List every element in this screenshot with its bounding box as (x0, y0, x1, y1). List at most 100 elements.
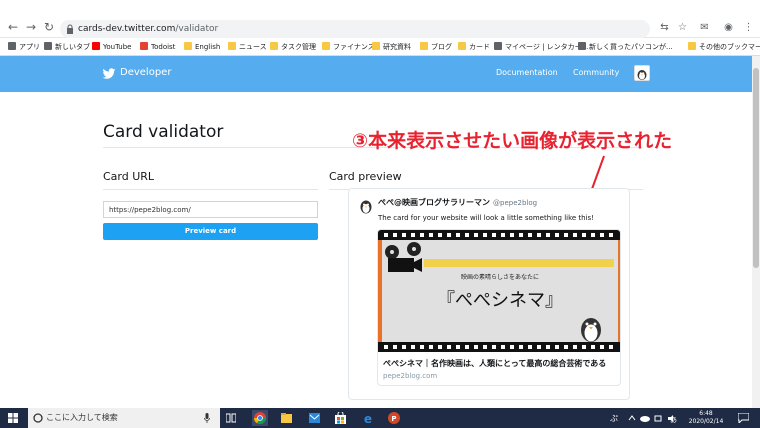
twitter-bird-icon[interactable] (102, 68, 116, 80)
notification-icon[interactable] (738, 413, 749, 423)
user-avatar[interactable] (634, 65, 650, 81)
card-url-heading: Card URL (103, 170, 155, 183)
bookmark-label: Todoist (151, 43, 176, 51)
bookmark-label: ブログ (431, 43, 452, 51)
store-icon[interactable] (335, 412, 346, 424)
bookmark-icon (688, 42, 696, 50)
card-title: ぺぺシネマ｜名作映画は、人類にとって最高の総合芸術である (383, 359, 607, 368)
microphone-icon[interactable] (204, 413, 210, 423)
svg-text:P: P (391, 415, 396, 423)
cortana-icon (33, 413, 43, 423)
bookmark-item[interactable]: Todoist (140, 42, 175, 52)
star-icon[interactable]: ☆ (676, 21, 689, 34)
page-scrollbar[interactable] (752, 56, 760, 408)
system-tray-icons[interactable]: あ (628, 414, 678, 423)
bookmark-item[interactable]: YouTube (92, 42, 131, 52)
bookmark-item[interactable]: アプリ (8, 42, 40, 52)
bookmark-icon (92, 42, 100, 50)
profile-icon[interactable]: ◉ (722, 21, 735, 34)
site-header: Developer Documentation Community (0, 56, 760, 92)
mail-extension-icon[interactable]: ✉ (698, 21, 711, 34)
bookmark-icon (420, 42, 428, 50)
nav-community[interactable]: Community (573, 68, 619, 77)
bookmark-item[interactable]: タスク管理 (270, 42, 316, 52)
bookmark-item[interactable]: ニュース (228, 42, 267, 52)
bookmark-icon (8, 42, 16, 50)
bookmark-icon (184, 42, 192, 50)
scrollbar-thumb[interactable] (753, 68, 759, 268)
bookmark-label: アプリ (19, 43, 40, 51)
task-view-icon[interactable] (226, 413, 236, 423)
bookmark-item[interactable]: その他のブックマーク (688, 42, 760, 52)
bookmark-item[interactable]: 新しいタブ (44, 42, 90, 52)
file-explorer-icon[interactable] (281, 413, 292, 423)
card-domain: pepe2blog.com (383, 372, 438, 380)
bookmark-icon (44, 42, 52, 50)
bookmark-icon (494, 42, 502, 50)
svg-text:e: e (364, 412, 372, 424)
card-image-title: 『ぺぺシネマ』 (437, 290, 563, 311)
bookmark-item[interactable]: English (184, 42, 220, 52)
clock-time: 6:48 (699, 410, 713, 417)
edge-icon[interactable]: e (362, 412, 374, 424)
bookmark-label: ファイナンス (333, 43, 375, 51)
bookmark-item[interactable]: ファイナンス (322, 42, 375, 52)
card-url-input[interactable] (103, 201, 318, 218)
tweet-text: The card for your website will look a li… (378, 214, 594, 222)
reload-icon[interactable]: ↻ (42, 20, 56, 34)
bookmark-icon (372, 42, 380, 50)
card-image: 映画の素晴らしさをあなたに 『ぺぺシネマ』 (378, 230, 620, 352)
powerpoint-icon[interactable]: P (388, 412, 400, 424)
card-image-subtitle: 映画の素晴らしさをあなたに (461, 273, 539, 281)
bookmark-label: その他のブックマーク (699, 43, 760, 51)
tweet-author[interactable]: ぺぺ@映画ブログサラリーマン @pepe2blog (378, 197, 537, 208)
mail-icon[interactable] (309, 413, 320, 423)
taskbar-search-placeholder: ここに入力して検索 (46, 413, 118, 422)
bookmark-icon (578, 42, 586, 50)
bookmark-label: 新しいタブ (55, 43, 90, 51)
url-path: /validator (175, 24, 219, 34)
preview-card-button[interactable]: Preview card (103, 223, 318, 240)
card-url-divider (103, 189, 318, 190)
ime-indicator[interactable]: ぷ (610, 413, 618, 424)
link-card[interactable]: 映画の素晴らしさをあなたに 『ぺぺシネマ』 ぺぺシネマ｜名作映画は、人類にとって… (377, 229, 621, 386)
lock-icon (67, 24, 73, 34)
bookmark-label: 研究資料 (383, 43, 411, 51)
taskbar-search[interactable]: ここに入力して検索 (28, 408, 220, 428)
svg-text:あ: あ (670, 416, 677, 423)
back-icon[interactable]: ← (6, 20, 20, 34)
penguin-avatar-icon (360, 200, 372, 214)
bookmark-icon (322, 42, 330, 50)
chrome-taskbar-icon[interactable] (252, 410, 268, 426)
browser-toolbar: ← → ↻ cards-dev.twitter.com/validator ⇆ … (0, 0, 760, 38)
tweet-author-handle: @pepe2blog (493, 199, 538, 207)
page-title: Card validator (103, 122, 224, 142)
annotation-text: ③本来表示させたい画像が表示された (352, 130, 673, 152)
bookmark-item[interactable]: 研究資料 (372, 42, 411, 52)
clock-date: 2020/02/14 (688, 418, 724, 425)
bookmark-label: カード (469, 43, 490, 51)
bookmark-icon (228, 42, 236, 50)
translate-icon[interactable]: ⇆ (658, 21, 671, 34)
bookmark-item[interactable]: マイページ | レンタカー... (494, 42, 588, 52)
address-bar[interactable]: cards-dev.twitter.com/validator (60, 20, 650, 38)
bookmark-label: 新しく買ったパソコンが... (589, 43, 673, 51)
bookmark-icon (270, 42, 278, 50)
taskbar-clock[interactable]: 6:48 2020/02/14 (686, 410, 726, 426)
bookmark-item[interactable]: カード (458, 42, 490, 52)
bookmark-item[interactable]: 新しく買ったパソコンが... (578, 42, 673, 52)
developer-brand[interactable]: Developer (120, 67, 171, 78)
tweet-author-name: ぺぺ@映画ブログサラリーマン (378, 198, 490, 207)
bookmark-item[interactable]: ブログ (420, 42, 452, 52)
bookmark-label: ニュース (239, 43, 267, 51)
bookmark-icon (140, 42, 148, 50)
windows-start-icon[interactable] (8, 413, 18, 423)
penguin-icon (581, 318, 601, 342)
menu-icon[interactable]: ⋮ (742, 21, 755, 34)
forward-icon[interactable]: → (24, 20, 38, 34)
url-host: cards-dev.twitter.com (78, 24, 176, 34)
bookmarks-bar: アプリ 新しいタブ YouTube Todoist English ニュース タスク管理 ファ… (0, 38, 760, 56)
nav-documentation[interactable]: Documentation (496, 68, 558, 77)
bookmark-label: マイページ | レンタカー... (505, 43, 589, 51)
bookmark-icon (458, 42, 466, 50)
